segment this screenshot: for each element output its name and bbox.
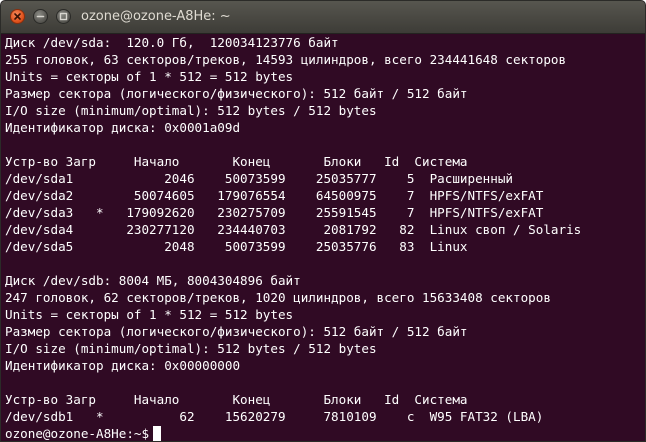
terminal-output[interactable]: Диск /dev/sda: 120.0 Гб, 120034123776 ба… [1, 34, 645, 441]
terminal-line: Идентификатор диска: 0x0001a09d [5, 120, 241, 135]
terminal-line: I/O size (minimum/optimal): 512 bytes / … [5, 103, 377, 118]
terminal-line: 255 головок, 63 секторов/треков, 14593 ц… [5, 52, 567, 67]
maximize-button[interactable] [56, 9, 71, 24]
prompt-line[interactable]: ozone@ozone-A8He:~$ [5, 425, 645, 441]
terminal-line: /dev/sda1 2046 50073599 25035777 5 Расши… [5, 171, 513, 186]
terminal-line: /dev/sda2 50074605 179076554 64500975 7 … [5, 188, 544, 203]
text-cursor [153, 426, 162, 441]
close-icon [14, 13, 21, 20]
maximize-icon [59, 12, 68, 21]
terminal-line: Идентификатор диска: 0x00000000 [5, 358, 241, 373]
terminal-line: /dev/sda4 230277120 234440703 2081792 82… [5, 222, 582, 237]
terminal-line: Диск /dev/sdb: 8004 МБ, 8004304896 байт [5, 273, 301, 288]
terminal-line: Размер сектора (логического/физического)… [5, 324, 468, 339]
terminal-line: /dev/sda5 2048 50073599 25035776 83 Linu… [5, 239, 468, 254]
terminal-line: 247 головок, 62 секторов/треков, 1020 ци… [5, 290, 551, 305]
terminal-line: Диск /dev/sda: 120.0 Гб, 120034123776 ба… [5, 35, 339, 50]
shell-prompt: ozone@ozone-A8He:~$ [5, 426, 150, 441]
title-bar[interactable]: ozone@ozone-A8He: ~ [1, 1, 645, 34]
close-button[interactable] [10, 9, 25, 24]
terminal-line: Units = секторы of 1 * 512 = 512 bytes [5, 307, 294, 322]
window-title: ozone@ozone-A8He: ~ [81, 9, 231, 24]
minimize-icon [36, 15, 45, 18]
terminal-line: Устр-во Загр Начало Конец Блоки Id Систе… [5, 154, 468, 169]
terminal-line: Устр-во Загр Начало Конец Блоки Id Систе… [5, 392, 468, 407]
terminal-line: /dev/sda3 * 179092620 230275709 25591545… [5, 205, 544, 220]
minimize-button[interactable] [33, 9, 48, 24]
terminal-line: I/O size (minimum/optimal): 512 bytes / … [5, 341, 377, 356]
terminal-line: Units = секторы of 1 * 512 = 512 bytes [5, 69, 294, 84]
terminal-line: /dev/sdb1 * 62 15620279 7810109 c W95 FA… [5, 409, 544, 424]
terminal-line: Размер сектора (логического/физического)… [5, 86, 468, 101]
terminal-window: ozone@ozone-A8He: ~ Диск /dev/sda: 120.0… [0, 0, 646, 442]
